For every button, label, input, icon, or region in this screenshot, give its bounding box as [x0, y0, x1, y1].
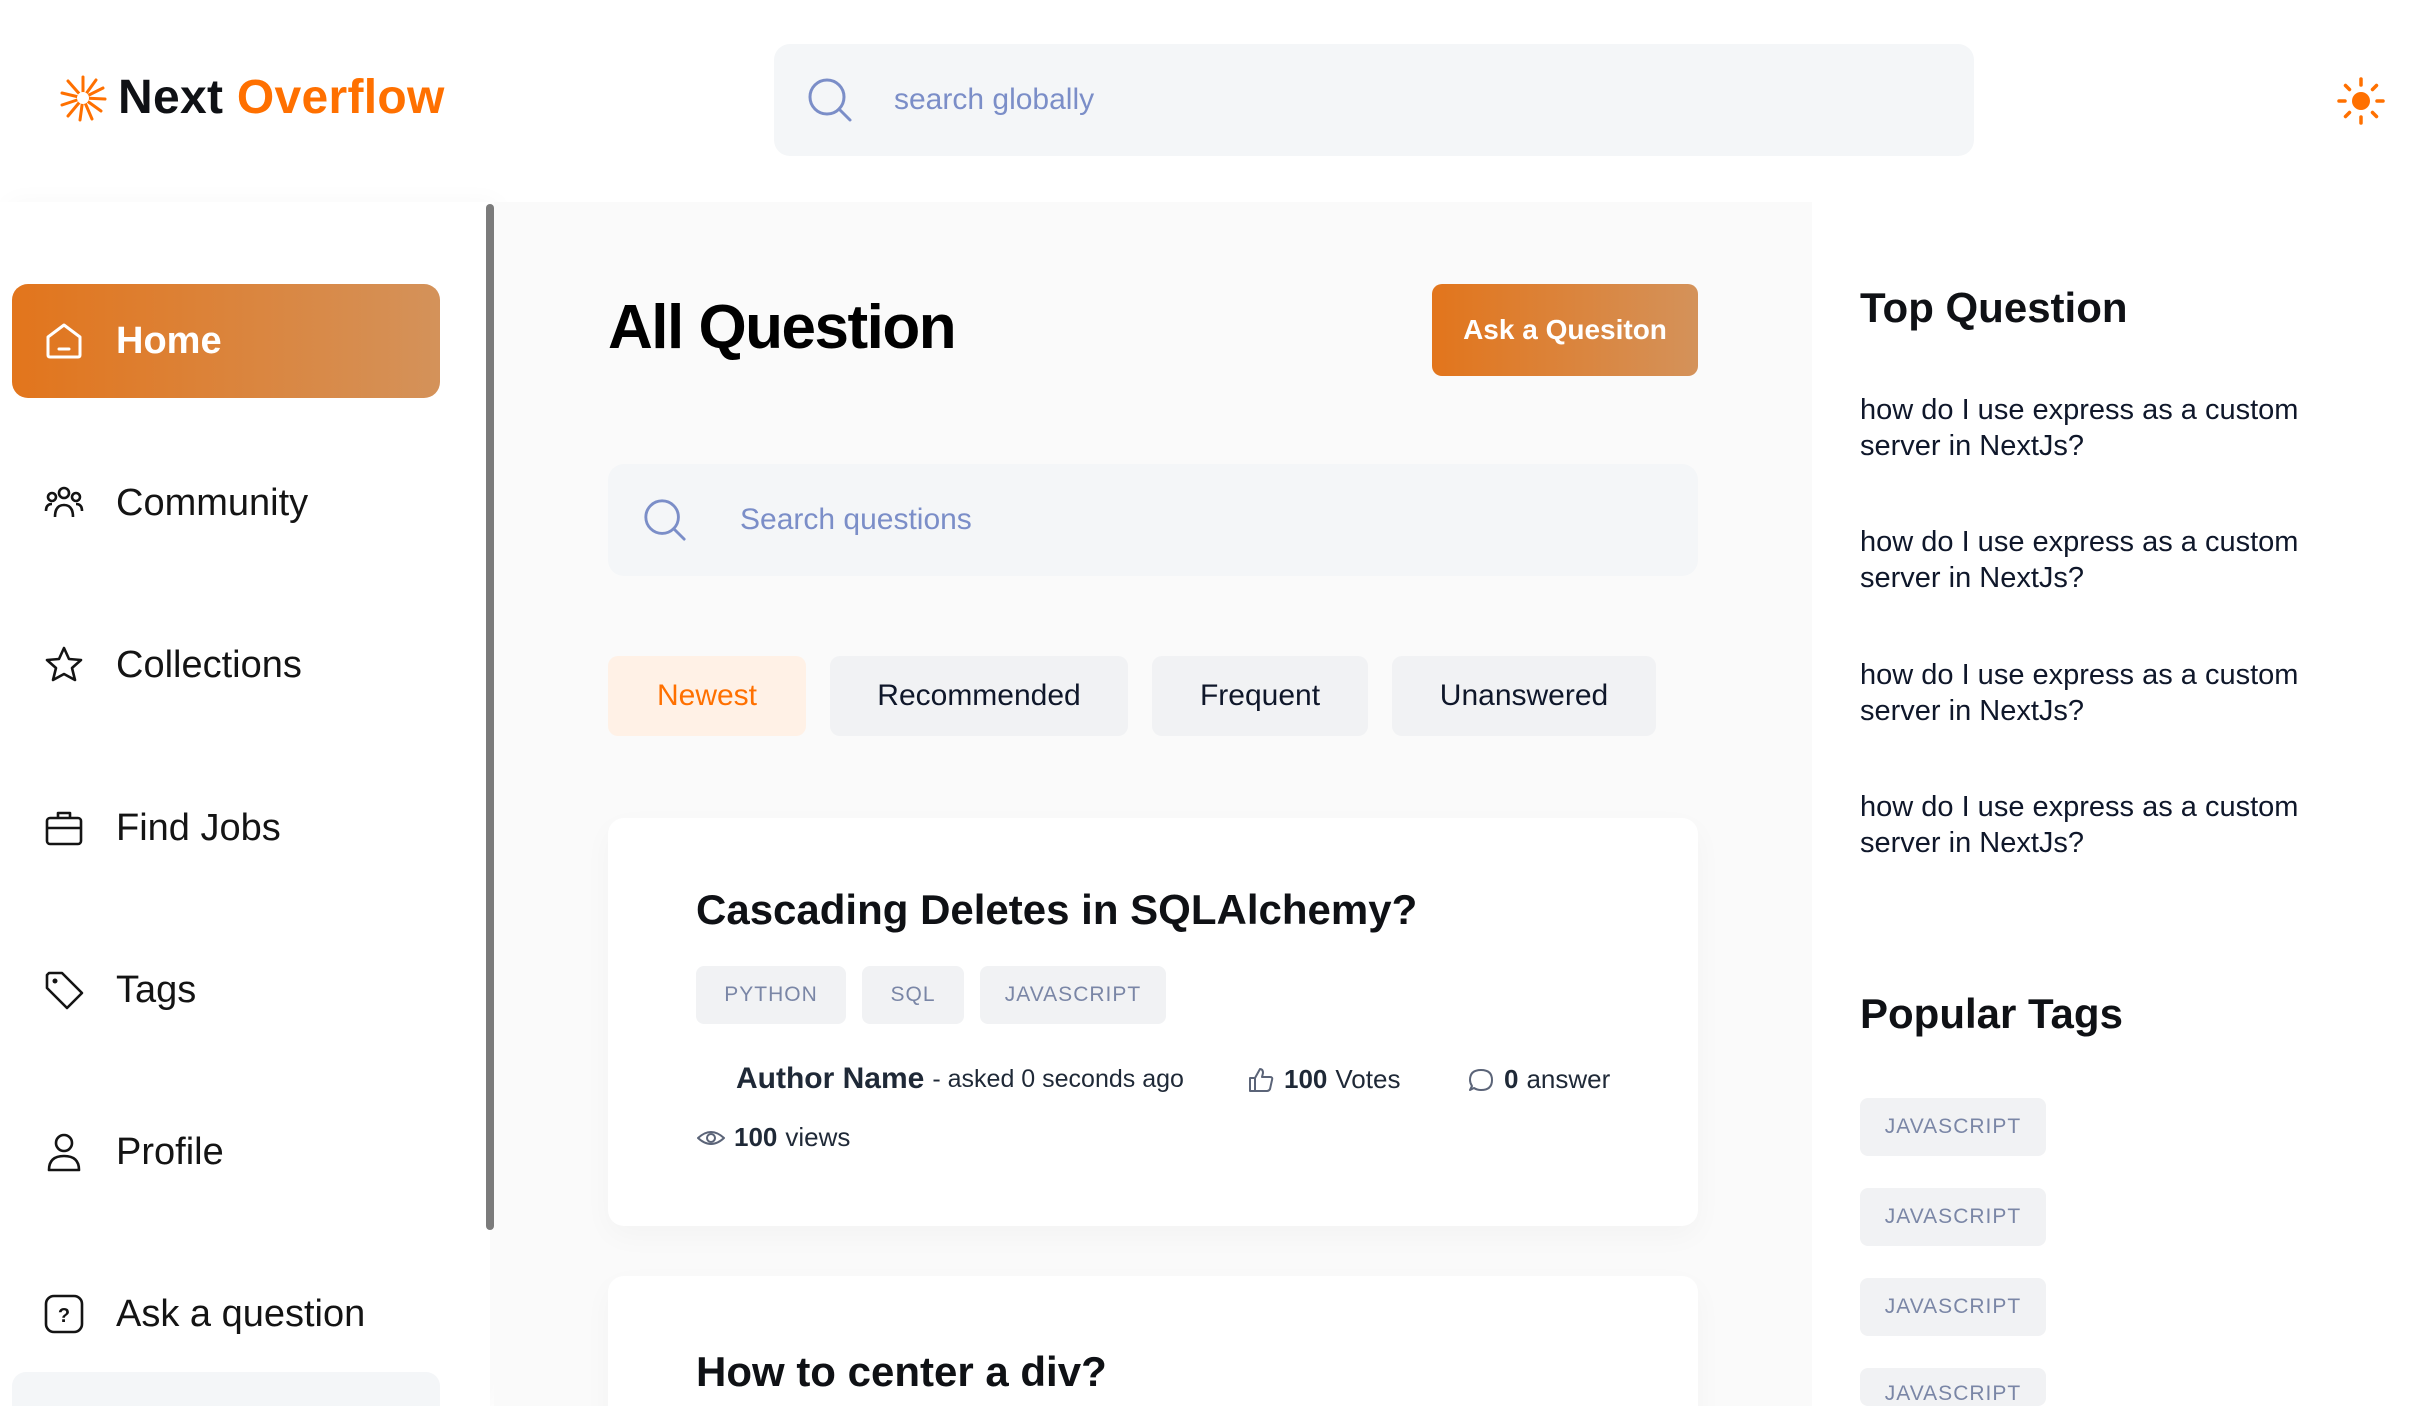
popular-tag[interactable]: JAVASCRIPT	[1860, 1278, 2046, 1336]
answers-value: 0	[1504, 1064, 1519, 1094]
top-questions-heading: Top Question	[1860, 284, 2128, 331]
thumbs-up-icon	[1249, 1067, 1274, 1092]
message-icon	[1469, 1068, 1493, 1091]
logo-icon	[60, 75, 107, 121]
popular-tags-heading: Popular Tags	[1860, 990, 2123, 1037]
question-author[interactable]: Author Name - asked 0 seconds ago	[736, 1062, 1184, 1096]
question-card[interactable]: Cascading Deletes in SQLAlchemy? PYTHON …	[608, 818, 1698, 1226]
votes-metric: 100 Votes	[1246, 1064, 1400, 1095]
global-search-bar[interactable]	[774, 44, 1974, 156]
star-icon	[45, 646, 83, 682]
sidebar-item-ask-question[interactable]: ? Ask a question	[12, 1257, 440, 1371]
sidebar-item-label: Profile	[116, 1130, 224, 1173]
top-question-link[interactable]: how do I use express as a custom server …	[1860, 392, 2380, 464]
filter-unanswered[interactable]: Unanswered	[1392, 656, 1656, 736]
page-title: All Question	[608, 293, 957, 362]
filter-recommended[interactable]: Recommended	[830, 656, 1128, 736]
top-question-link[interactable]: how do I use express as a custom server …	[1860, 524, 2380, 596]
sidebar-item-community[interactable]: Community	[12, 446, 440, 560]
sidebar-item-label: Ask a question	[116, 1292, 366, 1335]
sidebar-item-profile[interactable]: Profile	[12, 1095, 440, 1209]
question-card[interactable]: How to center a div?	[608, 1276, 1698, 1406]
svg-text:?: ?	[58, 1305, 70, 1327]
question-search-bar[interactable]	[608, 464, 1698, 576]
top-navbar: Next Overflow	[0, 0, 2424, 202]
logo-text-part1: Next	[118, 71, 224, 124]
filter-newest[interactable]: Newest	[608, 656, 806, 736]
answers-metric: 0 answer	[1466, 1064, 1610, 1095]
votes-value: 100	[1284, 1064, 1328, 1094]
asked-time: - asked 0 seconds ago	[932, 1064, 1184, 1093]
logo-text: Next Overflow	[118, 70, 445, 125]
sidebar-item-find-jobs[interactable]: Find Jobs	[12, 771, 440, 885]
search-icon	[808, 78, 852, 122]
briefcase-icon	[45, 811, 83, 846]
views-label: views	[785, 1122, 851, 1152]
sidebar-item-collections[interactable]: Collections	[12, 608, 440, 722]
top-question-link[interactable]: how do I use express as a custom server …	[1860, 789, 2380, 861]
question-title[interactable]: Cascading Deletes in SQLAlchemy?	[696, 886, 1417, 934]
logo[interactable]: Next Overflow	[56, 70, 445, 125]
sidebar-item-home[interactable]: Home	[12, 284, 440, 398]
sidebar-bottom-button[interactable]	[12, 1372, 440, 1406]
search-icon	[644, 499, 686, 541]
question-tag[interactable]: JAVASCRIPT	[980, 966, 1166, 1024]
sidebar-item-label: Tags	[116, 968, 197, 1011]
ask-question-button[interactable]: Ask a Quesiton	[1432, 284, 1698, 376]
question-icon: ?	[44, 1294, 84, 1334]
sidebar-item-tags[interactable]: Tags	[12, 933, 440, 1047]
sidebar-item-label: Collections	[116, 643, 302, 686]
sidebar-scrollbar[interactable]	[486, 204, 494, 1230]
popular-tag[interactable]: JAVASCRIPT	[1860, 1368, 2046, 1406]
sidebar-item-label: Home	[116, 319, 222, 362]
views-value: 100	[734, 1122, 778, 1152]
answers-label: answer	[1526, 1064, 1611, 1094]
user-icon	[47, 1133, 81, 1172]
votes-label: Votes	[1335, 1064, 1401, 1094]
top-question-link[interactable]: how do I use express as a custom server …	[1860, 657, 2380, 729]
author-name[interactable]: Author Name	[736, 1062, 924, 1096]
filter-frequent[interactable]: Frequent	[1152, 656, 1368, 736]
question-title[interactable]: How to center a div?	[696, 1348, 1107, 1396]
logo-text-part2: Overflow	[236, 71, 445, 124]
popular-tag[interactable]: JAVASCRIPT	[1860, 1188, 2046, 1246]
popular-tag[interactable]: JAVASCRIPT	[1860, 1098, 2046, 1156]
question-tag[interactable]: PYTHON	[696, 966, 846, 1024]
question-tag[interactable]: SQL	[862, 966, 964, 1024]
sidebar-item-label: Community	[116, 481, 309, 524]
users-icon	[44, 486, 84, 518]
sun-icon[interactable]	[2336, 76, 2386, 126]
sidebar-item-label: Find Jobs	[116, 806, 281, 849]
question-search-input[interactable]	[740, 503, 1640, 537]
views-metric: 100 views	[696, 1122, 850, 1153]
tag-icon	[45, 971, 84, 1010]
home-icon	[46, 323, 82, 359]
eye-icon	[697, 1130, 725, 1145]
global-search-input[interactable]	[894, 83, 1794, 117]
